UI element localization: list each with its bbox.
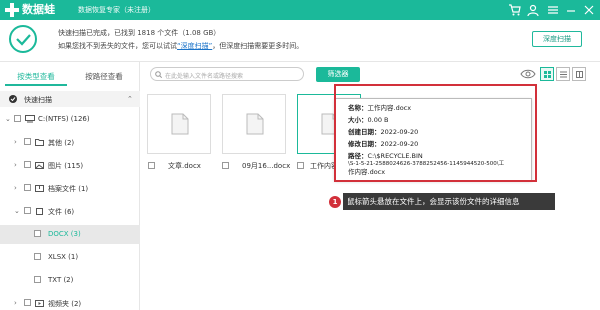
chevron-right-icon[interactable]: › [14, 299, 17, 307]
file-checkbox[interactable] [148, 162, 155, 169]
hint-callout: 鼠标箭头悬放在文件上，会显示该份文件的详细信息 [343, 193, 555, 210]
checkbox[interactable] [14, 115, 21, 122]
tree-item-other[interactable]: › 其他 (2) [0, 133, 140, 152]
left-panel: 按类型查看 按路径查看 快速扫描 ⌃ ⌄ C:(NTFS) (126) › 其他… [0, 62, 140, 310]
tree-item-label: TXT (2) [48, 276, 74, 284]
step-badge: 1 [329, 196, 341, 208]
deep-scan-link[interactable]: “深度扫描” [177, 42, 212, 50]
scan-hint-text: 如果您找不到丢失的文件，您可以试试“深度扫描”，但深度扫描需要更多时间。 [58, 41, 303, 51]
quick-scan-label: 快速扫描 [24, 96, 52, 104]
detail-icon [576, 71, 583, 78]
tree-item-videos[interactable]: › 视频夹 (2) [0, 294, 140, 310]
checkbox[interactable] [34, 230, 41, 237]
tree-item-label: 文件 (6) [48, 208, 75, 216]
image-icon [35, 162, 44, 169]
file-checkbox[interactable] [222, 162, 229, 169]
eye-icon[interactable] [520, 68, 536, 80]
search-icon [155, 71, 162, 78]
tree-item-documents[interactable]: ⌄ 文件 (6) [0, 202, 140, 221]
checkbox[interactable] [24, 161, 31, 168]
checkbox[interactable] [34, 253, 41, 260]
highlight-frame [334, 84, 537, 182]
checkbox[interactable] [24, 299, 31, 306]
tree-item-label: XLSX (1) [48, 253, 79, 261]
file-name: 09月16...docx [242, 162, 291, 170]
file-checkbox[interactable] [297, 162, 304, 169]
hint-suffix: ，但深度扫描需要更多时间。 [212, 42, 304, 50]
checkbox[interactable] [24, 207, 31, 214]
tab-by-path[interactable]: 按路径查看 [73, 70, 135, 86]
title-bar: 数据蛙 数据恢复专家（未注册） [0, 0, 600, 20]
tree-item-label: 视频夹 (2) [48, 300, 82, 308]
tree-item-xlsx[interactable]: XLSX (1) [0, 248, 140, 267]
search-placeholder: 在此处输入文件名或路径搜索 [165, 73, 244, 80]
close-icon[interactable] [582, 3, 596, 17]
detail-view-button[interactable] [572, 67, 586, 81]
minimize-icon[interactable] [564, 3, 578, 17]
menu-icon[interactable] [546, 3, 560, 17]
tree-item-label: DOCX (3) [48, 230, 81, 238]
filter-button[interactable]: 筛选器 [316, 67, 360, 82]
chevron-down-icon[interactable]: ⌄ [14, 207, 20, 215]
deep-scan-button[interactable]: 深度扫描 [532, 31, 582, 47]
scan-result-text: 快速扫描已完成，已找到 1818 个文件（1.08 GB） [58, 29, 221, 37]
tree-item-images[interactable]: › 图片 (115) [0, 156, 140, 175]
checkbox[interactable] [34, 276, 41, 283]
list-icon [560, 71, 567, 78]
chevron-down-icon[interactable]: ⌄ [5, 115, 11, 123]
drive-icon [25, 115, 35, 123]
tree-item-docx[interactable]: DOCX (3) [0, 225, 140, 244]
checkbox[interactable] [24, 138, 31, 145]
tree-item-label: 档案文件 (1) [48, 185, 89, 193]
app-title: 数据恢复专家（未注册） [78, 6, 155, 14]
grid-icon [544, 71, 551, 78]
file-card[interactable] [222, 94, 286, 154]
file-icon [246, 113, 264, 135]
tab-by-type[interactable]: 按类型查看 [5, 70, 67, 86]
archive-icon [35, 185, 44, 192]
file-icon [171, 113, 189, 135]
tree-item-label: C:(NTFS) (126) [38, 115, 90, 123]
app-logo-icon [5, 3, 19, 17]
chevron-up-icon[interactable]: ⌃ [127, 95, 133, 103]
chevron-right-icon[interactable]: › [14, 184, 17, 192]
video-icon [35, 300, 44, 307]
search-input[interactable]: 在此处输入文件名或路径搜索 [150, 67, 304, 81]
file-name: 文章.docx [168, 162, 201, 170]
document-icon [36, 208, 43, 215]
account-icon[interactable] [526, 3, 540, 17]
scan-status-panel: 快速扫描已完成，已找到 1818 个文件（1.08 GB） 如果您找不到丢失的文… [0, 20, 600, 62]
file-card[interactable] [147, 94, 211, 154]
checkbox[interactable] [24, 184, 31, 191]
checked-circle-icon [9, 95, 17, 103]
list-view-button[interactable] [556, 67, 570, 81]
quick-scan-header[interactable]: 快速扫描 ⌃ [0, 91, 140, 107]
grid-view-button[interactable] [540, 67, 554, 81]
cart-icon[interactable] [508, 3, 522, 17]
tree-item-label: 其他 (2) [48, 139, 75, 147]
app-name: 数据蛙 [22, 3, 55, 16]
chevron-right-icon[interactable]: › [14, 138, 17, 146]
tree-item-archives[interactable]: › 档案文件 (1) [0, 179, 140, 198]
tree-item-txt[interactable]: TXT (2) [0, 271, 140, 290]
folder-icon [35, 139, 44, 146]
tree-item-label: 图片 (115) [48, 162, 84, 170]
chevron-right-icon[interactable]: › [14, 161, 17, 169]
scan-complete-icon [9, 25, 37, 53]
tree-item-c-drive[interactable]: ⌄ C:(NTFS) (126) [0, 110, 140, 129]
hint-prefix: 如果您找不到丢失的文件，您可以试试 [58, 42, 177, 50]
